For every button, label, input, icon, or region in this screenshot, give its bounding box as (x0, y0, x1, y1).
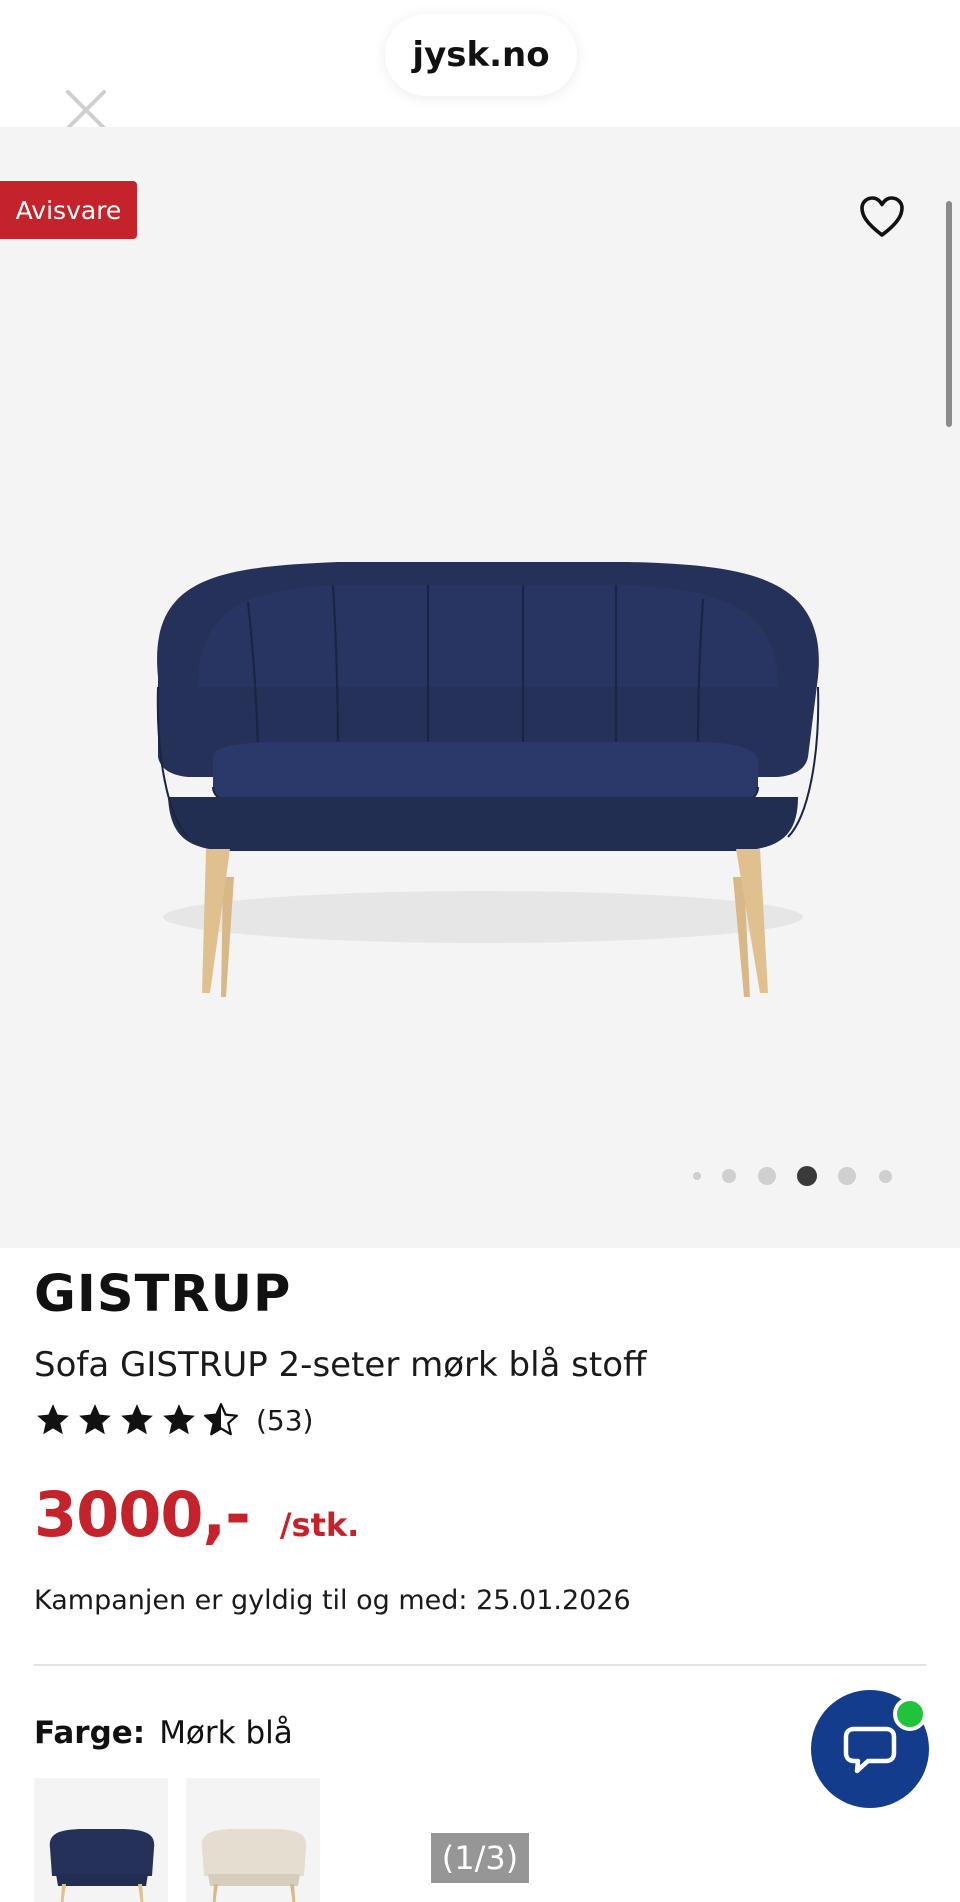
product-image-gallery[interactable]: Avisvare (0, 127, 960, 1248)
favorite-button[interactable] (858, 195, 906, 239)
color-value: Mørk blå (159, 1715, 293, 1751)
star-icon (37, 1404, 69, 1435)
image-counter: (1/3) (431, 1833, 529, 1883)
campaign-validity: Kampanjen er gyldig til og med: 25.01.20… (34, 1585, 631, 1616)
star-icon (121, 1404, 153, 1435)
url-text: jysk.no (412, 35, 550, 75)
color-swatches (34, 1778, 320, 1902)
price-value: 3000,- (34, 1478, 251, 1551)
color-swatch-beige[interactable] (186, 1778, 320, 1902)
product-rating[interactable]: (53) (34, 1398, 313, 1442)
heart-icon (860, 196, 904, 237)
color-swatch-dark-blue[interactable] (34, 1778, 168, 1902)
swatch-beige-image (201, 1829, 307, 1902)
rating-stars (34, 1401, 240, 1439)
chat-bubble-icon (843, 1726, 897, 1774)
product-title: Sofa GISTRUP 2-seter mørk blå stoff (34, 1345, 647, 1385)
star-half-icon (204, 1403, 238, 1436)
gallery-dot[interactable] (758, 1167, 776, 1185)
sofa-product-image (156, 562, 820, 997)
swatch-dark-blue-image (49, 1829, 155, 1902)
divider (34, 1664, 926, 1666)
url-bar[interactable]: jysk.no (385, 14, 577, 96)
gallery-pagination (0, 1163, 960, 1193)
scrollbar[interactable] (946, 201, 952, 427)
online-status-dot (893, 1697, 927, 1731)
product-price: 3000,- /stk. (34, 1478, 359, 1551)
gallery-dot[interactable] (722, 1169, 736, 1183)
star-icon (79, 1404, 111, 1435)
gallery-dot-active[interactable] (797, 1166, 817, 1186)
rating-count: (53) (256, 1403, 314, 1437)
star-icon (163, 1404, 195, 1435)
color-label: Farge: (34, 1715, 146, 1751)
gallery-dot[interactable] (838, 1167, 856, 1185)
sale-badge-label: Avisvare (15, 195, 122, 225)
sale-badge: Avisvare (0, 181, 137, 239)
price-unit: /stk. (279, 1506, 360, 1544)
product-brand: GISTRUP (34, 1265, 292, 1324)
gallery-dot[interactable] (879, 1170, 892, 1183)
gallery-dot[interactable] (693, 1172, 701, 1180)
color-selector-header: Farge: Mørk blå (34, 1715, 293, 1751)
